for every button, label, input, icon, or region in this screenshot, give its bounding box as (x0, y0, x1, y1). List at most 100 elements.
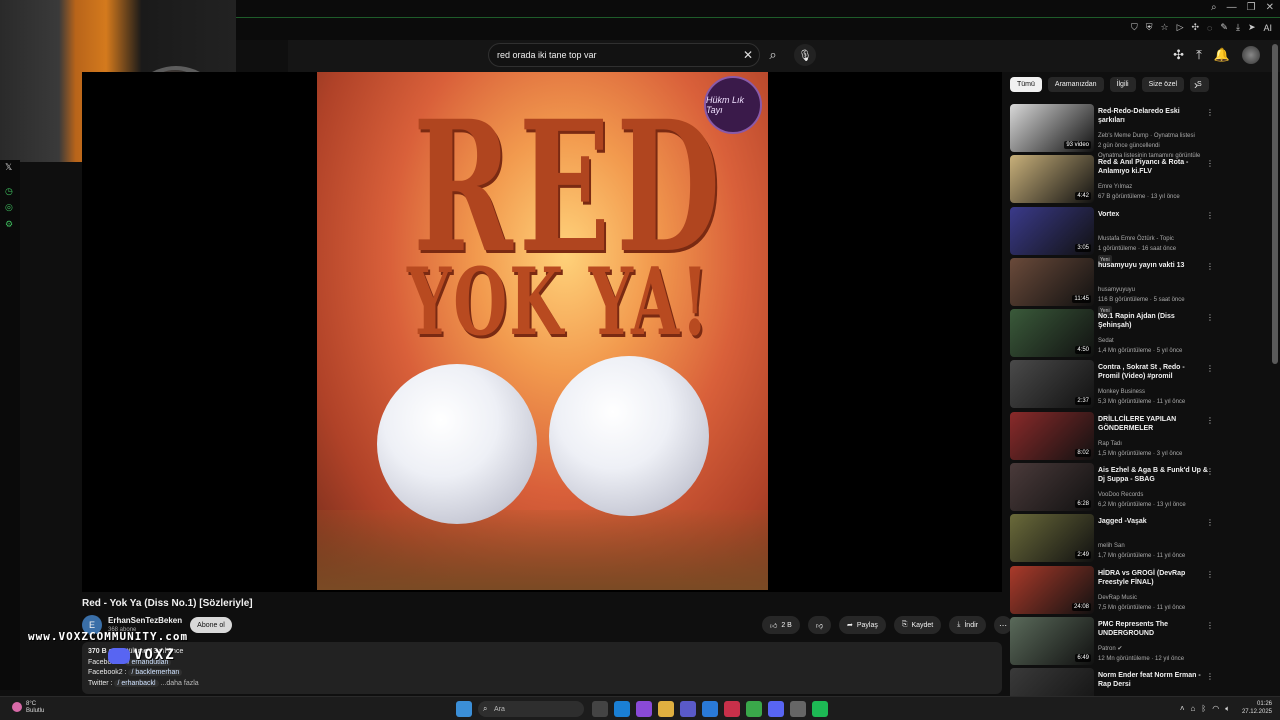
shield-icon[interactable]: ⛨ (1146, 22, 1153, 33)
bluetooth-icon[interactable]: ᛒ (1201, 704, 1206, 714)
chip-partial[interactable]: S (1190, 77, 1209, 92)
channel-name[interactable]: Patron ✔ (1098, 645, 1216, 653)
upload-icon[interactable]: ⤒ (1196, 47, 1202, 63)
list-item[interactable]: 4:50 No.1 Rapin Ajdan (Diss Şehinşah) Seda… (1010, 309, 1218, 360)
chevron-right-icon[interactable]: › (1194, 78, 1198, 92)
search-query[interactable]: red orada iki tane top var (497, 50, 597, 60)
channel-name[interactable]: DevRap Music (1098, 594, 1216, 602)
kebab-menu-icon[interactable]: ⋮ (1206, 262, 1214, 271)
video-title[interactable]: husamyuyu yayın vakti 13 (1098, 261, 1208, 270)
chip-related[interactable]: İlgili (1109, 77, 1136, 92)
chip-for-you[interactable]: Size özel (1141, 77, 1185, 92)
send-icon[interactable]: ➤ (1248, 22, 1256, 33)
x-logo-icon[interactable]: 𝕏 (5, 162, 15, 172)
kebab-menu-icon[interactable]: ⋮ (1206, 621, 1214, 630)
video-title[interactable]: No.1 Rapin Ajdan (Diss Şehinşah) (1098, 312, 1208, 330)
save-button[interactable]: ⎘ Kaydet (893, 616, 942, 634)
clear-icon[interactable]: ✕ (743, 48, 753, 62)
channel-name[interactable]: VooDoo Records (1098, 491, 1216, 499)
video-player[interactable]: RED YOK YA! Hükm Lık Tayı (82, 72, 1002, 592)
minimize-icon[interactable]: — (1227, 2, 1237, 13)
folder-icon[interactable] (658, 701, 674, 717)
puzzle-icon[interactable]: ✣ (1192, 22, 1200, 33)
translate-icon[interactable]: ⛉ (1131, 22, 1138, 33)
puzzle-icon[interactable]: ✣ (1173, 47, 1184, 63)
download-button[interactable]: ⤓ İndir (949, 616, 986, 634)
restore-icon[interactable]: ❐ (1247, 2, 1256, 13)
channel-name[interactable]: melih San (1098, 542, 1216, 550)
search-input[interactable]: red orada iki tane top var ✕ (488, 43, 760, 67)
settings-icon[interactable]: ⚙ (5, 219, 15, 229)
bell-icon[interactable]: 🔔 (1214, 47, 1230, 63)
opera-icon[interactable] (724, 701, 740, 717)
video-title[interactable]: Ais Ezhel & Aga B & Funk'd Up & Dj Suppa… (1098, 466, 1208, 484)
video-thumbnail[interactable]: 6:49 (1010, 616, 1094, 665)
chip-from-search[interactable]: Aramanızdan (1047, 77, 1104, 92)
search-button[interactable]: ⌕ (760, 43, 786, 67)
wifi-icon[interactable]: ◠ (1212, 704, 1219, 714)
list-item[interactable]: 3:05 Vortex Mustafa Emre Öztürk - Topic 1 g… (1010, 206, 1218, 265)
video-title[interactable]: HİDRA vs GROGİ (DevRap Freestyle FİNAL) (1098, 569, 1208, 587)
channel-name[interactable]: Rap Tadı (1098, 440, 1216, 448)
kebab-menu-icon[interactable]: ⋮ (1206, 518, 1214, 527)
video-thumbnail[interactable]: 93 video (1010, 104, 1094, 152)
play-icon[interactable]: ▷ (1177, 22, 1184, 33)
video-title[interactable]: Red & Anıl Piyancı & Rota - Anlamıyo ki.… (1098, 158, 1208, 176)
system-clock[interactable]: 01:26 27.12.2025 (1242, 700, 1272, 716)
video-thumbnail[interactable]: 8:02 (1010, 411, 1094, 460)
search-icon[interactable]: ⌕ (1211, 2, 1217, 13)
list-item[interactable]: 4:42 Red & Anıl Piyancı & Rota - Anlamıyo… (1010, 155, 1218, 206)
kebab-menu-icon[interactable]: ⋮ (1206, 313, 1214, 322)
channel-name[interactable]: Zeb's Meme Dump · Oynatma listesi (1098, 132, 1216, 140)
clock-icon[interactable]: ◷ (5, 186, 15, 196)
video-thumbnail[interactable]: 2:37 (1010, 360, 1094, 409)
twitter-link[interactable]: / erhanbackl (114, 679, 159, 687)
voice-search-button[interactable]: 🎙 (794, 44, 816, 66)
video-title[interactable]: PMC Represents The UNDERGROUND (1098, 620, 1208, 638)
video-title[interactable]: Contra , Sokrat St , Redo - Promil (Vide… (1098, 363, 1208, 381)
video-title[interactable]: Norm Ender feat Norm Erman - Rap Dersi (1098, 671, 1208, 689)
obs-icon[interactable] (790, 701, 806, 717)
description-box[interactable]: 370 B görüntüleme 13 yıl önce Facebook :… (82, 642, 1002, 694)
video-title[interactable]: Jagged -Vaşak (1098, 517, 1208, 526)
list-item[interactable]: 6:49 PMC Represents The UNDERGROUND Patron… (1010, 616, 1218, 668)
video-title[interactable]: DRİLLCİLERE YAPILAN GÖNDERMELER (1098, 415, 1208, 433)
weather-widget[interactable]: 8°C Bulutlu (26, 701, 44, 715)
store-icon[interactable] (702, 701, 718, 717)
scrollbar[interactable] (1272, 44, 1278, 364)
video-title[interactable]: Vortex (1098, 210, 1208, 219)
start-icon[interactable] (456, 701, 472, 717)
channel-name[interactable]: Monkey Business (1098, 388, 1216, 396)
like-button[interactable]: 👍︎ 2 B (762, 616, 800, 634)
ai-label[interactable]: AI (1263, 23, 1272, 33)
network-icon[interactable]: ⌂ (1191, 704, 1196, 714)
facebook2-link[interactable]: / backlemerhan (128, 669, 183, 676)
kebab-menu-icon[interactable]: ⋮ (1206, 159, 1214, 168)
video-thumbnail[interactable]: 4:50 (1010, 309, 1094, 358)
task-view-icon[interactable] (592, 701, 608, 717)
discord-icon[interactable] (768, 701, 784, 717)
channel-name[interactable]: Emre Yılmaz (1098, 183, 1216, 191)
list-item[interactable]: 8:02 DRİLLCİLERE YAPILAN GÖNDERMELER Rap T… (1010, 411, 1218, 463)
list-item[interactable]: 6:28 Ais Ezhel & Aga B & Funk'd Up & Dj S… (1010, 463, 1218, 514)
whatsapp-icon[interactable]: ◎ (5, 202, 15, 212)
volume-icon[interactable]: 🔈︎ (1225, 704, 1230, 714)
video-thumbnail[interactable]: 4:42 (1010, 155, 1094, 204)
show-more-link[interactable]: ...daha fazla (161, 680, 199, 687)
video-thumbnail[interactable]: 3:05 (1010, 206, 1094, 255)
dislike-button[interactable]: 👎︎ (807, 616, 831, 634)
spotify-icon[interactable] (812, 701, 828, 717)
video-thumbnail[interactable]: 6:28 (1010, 463, 1094, 512)
star-icon[interactable]: ☆ (1161, 22, 1169, 33)
kebab-menu-icon[interactable]: ⋮ (1206, 467, 1214, 476)
teams-icon[interactable] (680, 701, 696, 717)
avatar[interactable] (1242, 46, 1260, 64)
taskbar-search[interactable]: ⌕ Ara (478, 701, 584, 717)
video-thumbnail[interactable]: 11:45 (1010, 257, 1094, 306)
copilot-icon[interactable] (636, 701, 652, 717)
video-thumbnail[interactable]: 2:49 (1010, 514, 1094, 563)
kebab-menu-icon[interactable]: ⋮ (1206, 570, 1214, 579)
list-item[interactable]: 11:45 husamyuyu yayın vakti 13 husamyuyuyu… (1010, 257, 1218, 316)
list-item[interactable]: 93 video Red-Redo-Delaredo Eski şarkıları… (1010, 104, 1218, 159)
chat-icon[interactable]: ◌ (1207, 23, 1212, 33)
